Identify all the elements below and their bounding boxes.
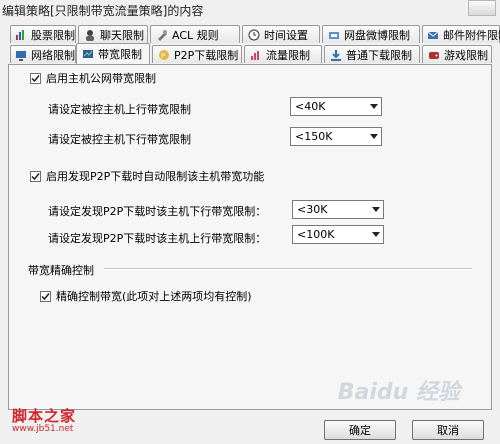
tab-network[interactable]: 网络限制	[10, 45, 76, 63]
svg-text:P: P	[161, 52, 165, 60]
window-title: 编辑策略[只限制带宽流量策略]的内容	[2, 4, 204, 18]
chevron-down-icon	[369, 201, 383, 218]
site-url-watermark: www.jb51.net	[12, 424, 74, 434]
checkbox[interactable]	[40, 290, 51, 302]
site-watermark: 脚本之家	[12, 407, 77, 425]
checkbox[interactable]	[30, 170, 41, 182]
tab-p2p[interactable]: P P2P下载限制	[152, 45, 242, 63]
group-divider	[104, 268, 472, 270]
ok-button[interactable]: 确定	[324, 420, 396, 440]
tab-stock[interactable]: 股票限制	[10, 25, 76, 43]
network-icon	[15, 48, 27, 61]
host-bandwidth-toggle[interactable]: 启用主机公网带宽限制	[30, 70, 156, 86]
p2p-download-label: 请设定发现P2P下载时该主机下行带宽限制：	[48, 205, 267, 218]
tab-acl[interactable]: ACL 规则	[150, 25, 240, 43]
chevron-down-icon	[367, 128, 381, 145]
bandwidth-icon	[81, 48, 94, 61]
precise-control-group-label: 带宽精确控制	[28, 264, 94, 277]
window-close-button[interactable]	[468, 0, 496, 16]
host-download-label: 请设定被控主机下行带宽限制	[48, 133, 191, 146]
host-download-select[interactable]: <150K	[290, 127, 382, 146]
p2p-upload-select[interactable]: <100K	[292, 225, 384, 244]
precise-control-toggle[interactable]: 精确控制带宽(此项对上述两项均有控制)	[40, 288, 252, 304]
acl-icon	[155, 28, 168, 41]
traffic-icon	[249, 48, 262, 61]
tab-chat[interactable]: 聊天限制	[78, 25, 148, 43]
tab-mail[interactable]: 邮件附件限制	[422, 25, 500, 43]
tab-download[interactable]: 普通下载限制	[324, 45, 420, 63]
host-upload-label: 请设定被控主机上行带宽限制	[48, 103, 191, 116]
tab-traffic[interactable]: 流量限制	[244, 45, 322, 63]
host-upload-select[interactable]: <40K	[290, 97, 382, 116]
clock-icon	[247, 28, 260, 41]
baidu-watermark: Baidu 经验	[337, 380, 460, 405]
checkbox[interactable]	[30, 72, 41, 84]
tab-time[interactable]: 时间设置	[242, 25, 320, 43]
game-icon	[427, 48, 440, 61]
chevron-down-icon	[367, 98, 381, 115]
chat-icon	[83, 28, 96, 41]
mail-icon	[427, 28, 439, 41]
chevron-down-icon	[369, 226, 383, 243]
tab-bandwidth[interactable]: 带宽限制	[76, 43, 150, 64]
p2p-icon: P	[157, 48, 170, 61]
cancel-button[interactable]: 取消	[412, 420, 484, 440]
stock-icon	[15, 28, 27, 41]
p2p-upload-label: 请设定发现P2P下载时该主机上行带宽限制：	[48, 232, 267, 245]
cloud-drive-icon	[327, 28, 340, 41]
p2p-limit-toggle[interactable]: 启用发现P2P下载时自动限制该主机带宽功能	[30, 168, 264, 184]
tab-cloud-drive[interactable]: 网盘微博限制	[322, 25, 420, 43]
download-icon	[329, 48, 342, 61]
p2p-download-select[interactable]: <30K	[292, 200, 384, 219]
tab-game[interactable]: 游戏限制	[422, 45, 492, 63]
